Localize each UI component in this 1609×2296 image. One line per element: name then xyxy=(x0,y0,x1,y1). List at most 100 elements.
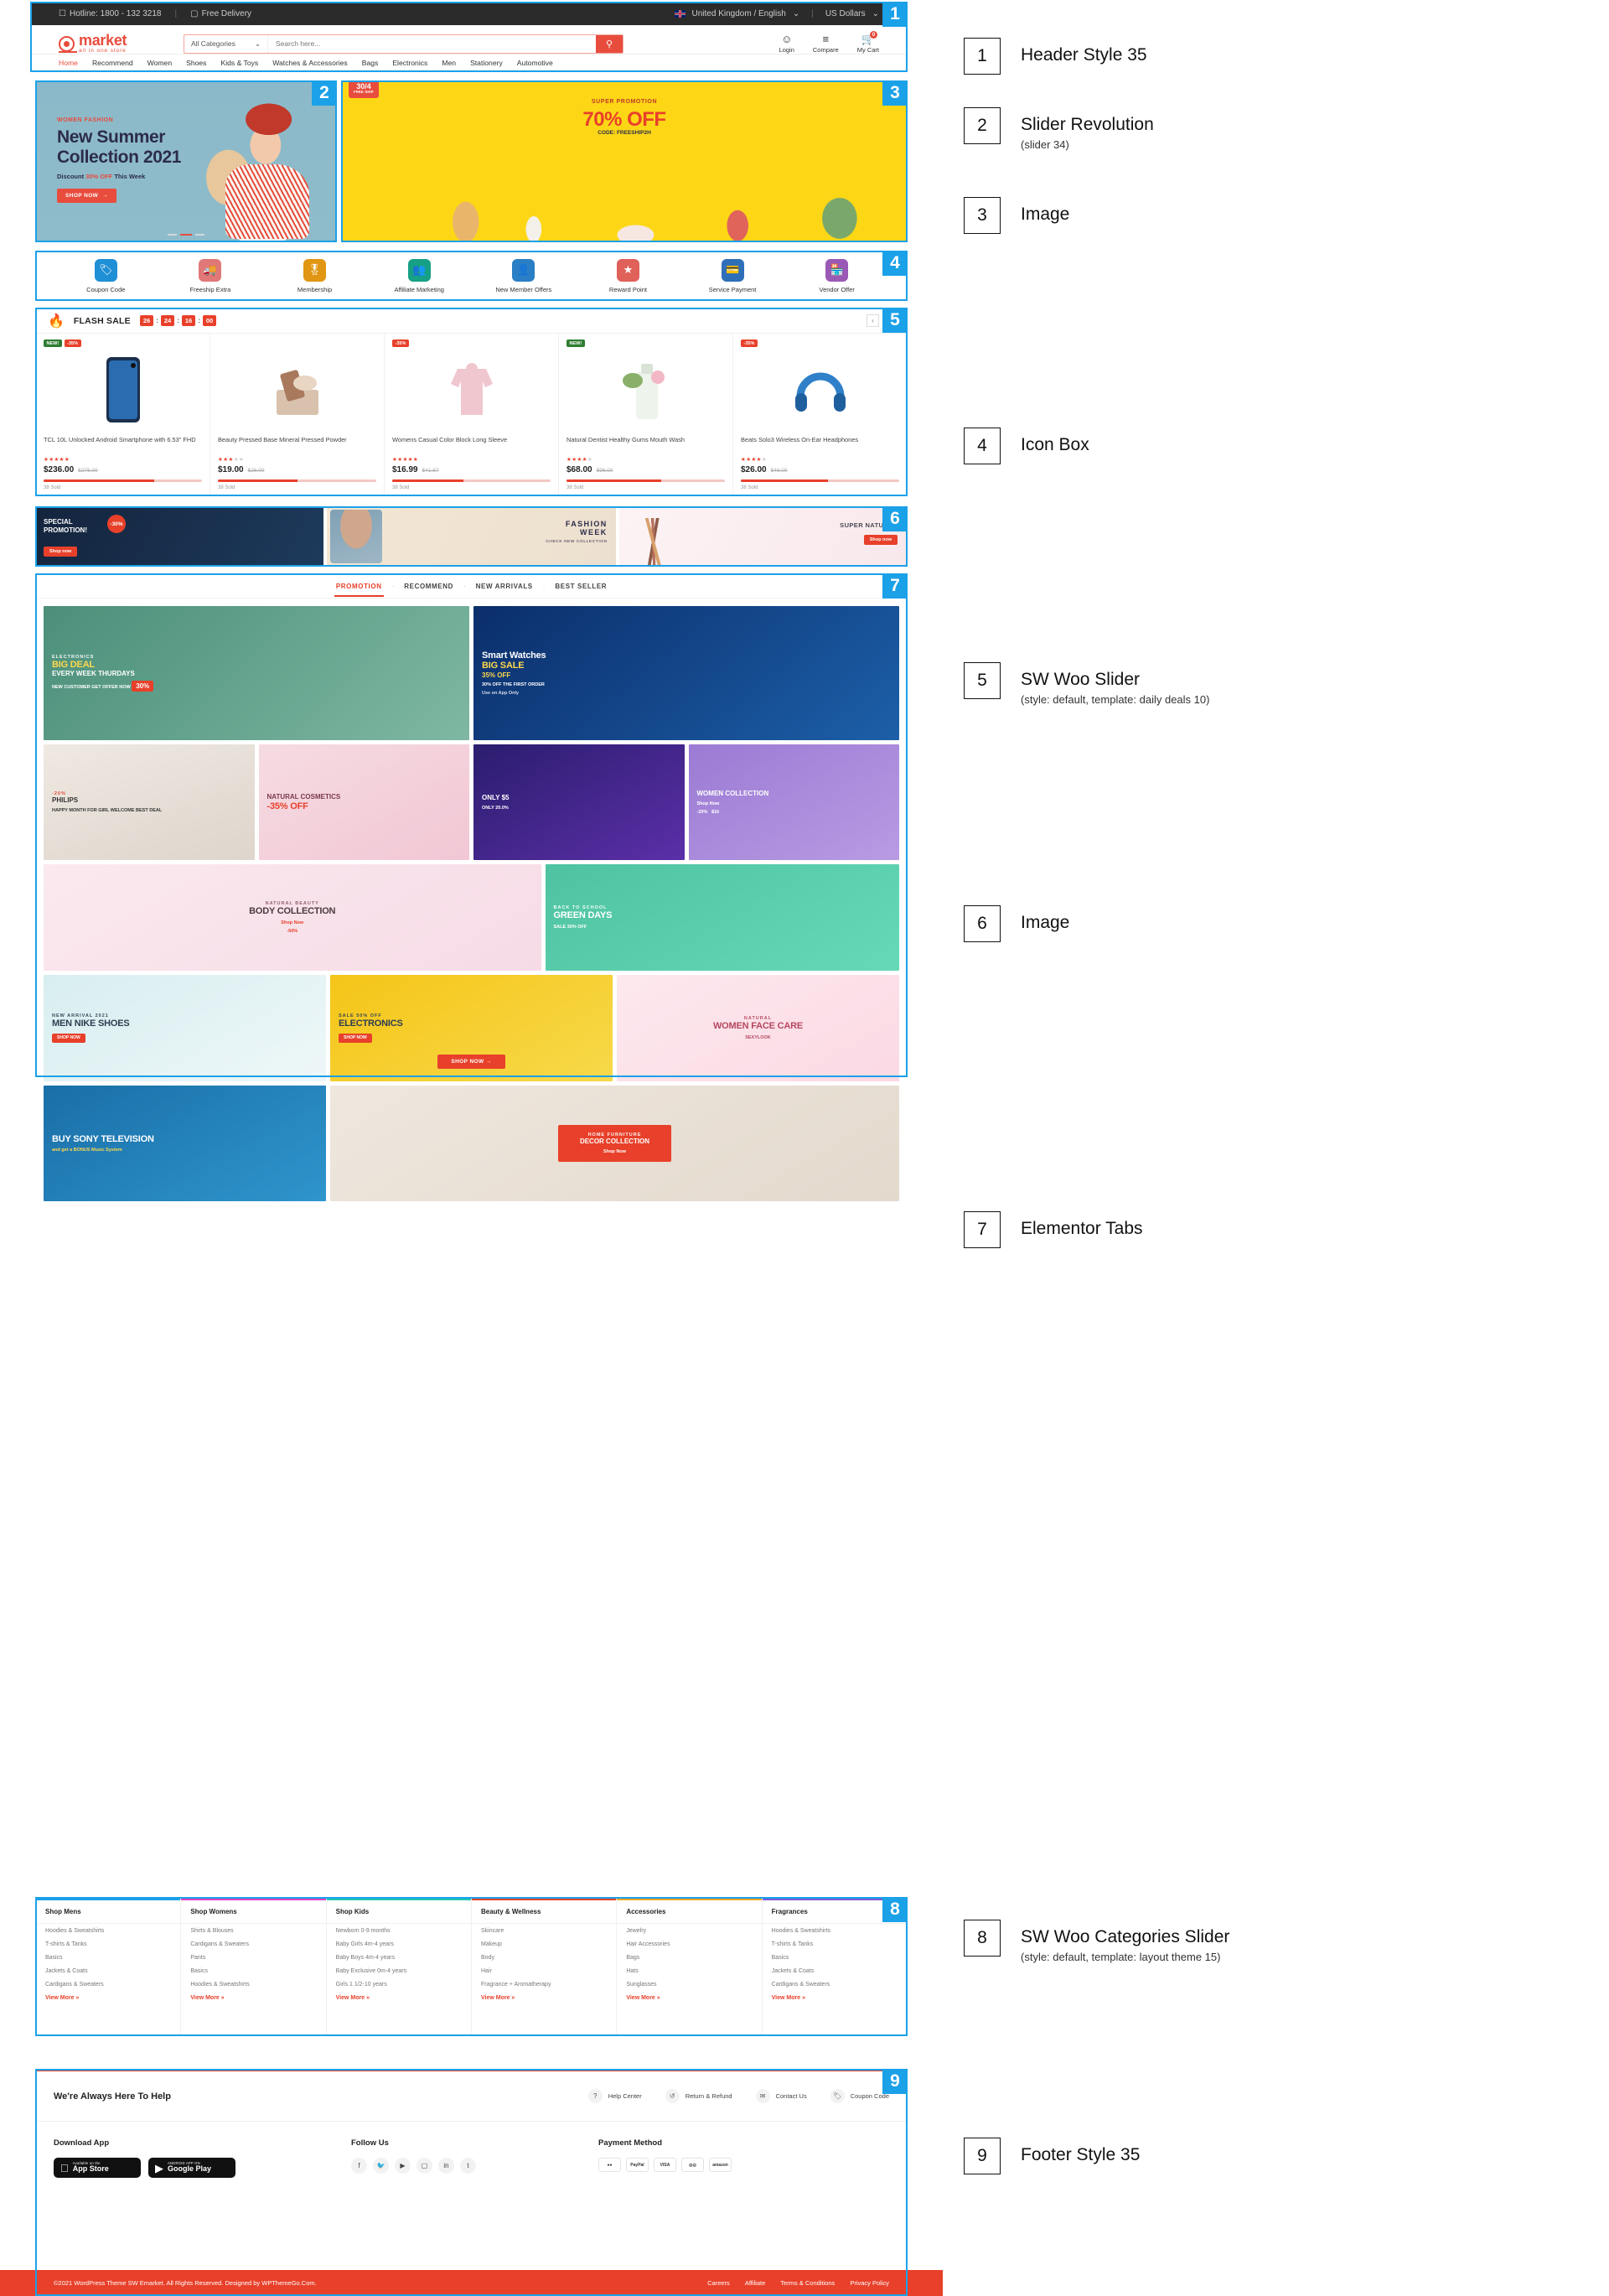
currency-selector[interactable]: US Dollars xyxy=(825,9,866,18)
banner-shop-now-button[interactable]: Shop now xyxy=(44,547,78,557)
facebook-icon[interactable]: f xyxy=(351,2158,367,2174)
nav-item-women[interactable]: Women xyxy=(147,55,172,70)
icon-box-vendor-offer[interactable]: 🏪 Vendor Offer xyxy=(792,258,882,293)
grid-banner-decor-collection[interactable]: HOME FURNITURE DECOR COLLECTION Shop Now xyxy=(330,1086,899,1201)
youtube-icon[interactable]: ▶ xyxy=(395,2158,411,2174)
category-item[interactable]: T-shirts & Tanks xyxy=(763,1937,907,1951)
view-more-link[interactable]: View More » xyxy=(327,1991,471,2005)
hero-dot-1[interactable] xyxy=(168,234,177,236)
nav-item-automotive[interactable]: Automotive xyxy=(517,55,553,70)
icon-box-service-payment[interactable]: 💳 Service Payment xyxy=(687,258,778,293)
banner-special-promotion[interactable]: SPECIAL PROMOTION! -30% Shop now xyxy=(35,506,324,567)
category-item[interactable]: Baby Girls 4m-4 years xyxy=(327,1937,471,1951)
category-item[interactable]: Baby Boys 4m-4 years xyxy=(327,1951,471,1964)
category-select[interactable]: All Categories ⌄ xyxy=(184,34,268,53)
shop-now-pill-2[interactable]: SHOP NOW xyxy=(339,1033,372,1043)
view-more-link[interactable]: View More » xyxy=(472,1991,616,2005)
category-item[interactable]: Skincare xyxy=(472,1924,616,1937)
hero-pagination-dots[interactable] xyxy=(168,234,204,236)
tab-recommend[interactable]: RECOMMEND xyxy=(402,576,455,597)
tab-new-arrivals[interactable]: NEW ARRIVALS xyxy=(474,576,535,597)
banner-fashion-week[interactable]: FASHION WEEK CHECK NEW COLLECTION xyxy=(327,506,616,567)
nav-item-bags[interactable]: Bags xyxy=(362,55,379,70)
category-item[interactable]: Cardigans & Sweaters xyxy=(181,1937,325,1951)
grid-banner-green-days[interactable]: BACK TO SCHOOL GREEN DAYS SALE 30% OFF xyxy=(545,864,899,971)
amazon-icon[interactable]: amazon xyxy=(709,2158,732,2172)
footer-link-return-refund[interactable]: ↺ Return & Refund xyxy=(665,2089,732,2103)
category-item[interactable]: Jewelry xyxy=(617,1924,761,1937)
category-item[interactable]: Bags xyxy=(617,1951,761,1964)
icon-box-coupon-code[interactable]: 🏷 Coupon Code xyxy=(60,258,151,293)
category-item[interactable]: Body xyxy=(472,1951,616,1964)
nav-item-kids-toys[interactable]: Kids & Toys xyxy=(220,55,258,70)
grid-banner-sony-television[interactable]: BUY SONY TELEVISION and get a BONUS Musi… xyxy=(44,1086,326,1201)
category-item[interactable]: Fragrance + Aromatherapy xyxy=(472,1977,616,1991)
google-play-button[interactable]: ▶ ANDROID APP ON Google Play xyxy=(148,2158,235,2178)
view-more-link[interactable]: View More » xyxy=(181,1991,325,2005)
slider-prev-button[interactable]: ‹ xyxy=(867,314,879,327)
login-button[interactable]: ☺ Login xyxy=(779,34,794,54)
icon-box-affiliate-marketing[interactable]: 👥 Affiliate Marketing xyxy=(374,258,464,293)
tabs-shop-now-button[interactable]: SHOP NOW → xyxy=(437,1055,505,1069)
category-item[interactable]: Hair xyxy=(472,1964,616,1977)
grid-banner-philips[interactable]: -20% PHILIPS HAPPY MONTH FOR GIRL WELCOM… xyxy=(44,744,255,860)
category-item[interactable]: Hoodies & Sweatshirts xyxy=(763,1924,907,1937)
banner-shop-now-button-3[interactable]: Shop now xyxy=(863,535,898,545)
view-more-link[interactable]: View More » xyxy=(617,1991,761,2005)
icon-box-freeship-extra[interactable]: 🚚 Freeship Extra xyxy=(165,258,256,293)
search-input[interactable] xyxy=(268,34,596,53)
hero-dot-3[interactable] xyxy=(195,234,204,236)
compare-button[interactable]: ≡ Compare xyxy=(813,34,839,54)
tab-best-seller[interactable]: BEST SELLER xyxy=(553,576,608,597)
shop-now-pill[interactable]: SHOP NOW xyxy=(52,1033,85,1043)
product-card[interactable]: NEW! -35% TCL 10L Unlocked Android Smart… xyxy=(36,334,210,496)
product-card[interactable]: Beauty Pressed Base Mineral Pressed Powd… xyxy=(210,334,385,496)
category-item[interactable]: Basics xyxy=(181,1964,325,1977)
grid-banner-women-collection[interactable]: WOMEN COLLECTION Shop Now -20% $16 xyxy=(688,744,899,860)
tumblr-icon[interactable]: t xyxy=(460,2158,476,2174)
promo-image-banner[interactable]: 30/4 FREE SHIP SUPER PROMOTION 70% OFF C… xyxy=(341,80,908,242)
footer-link-help-center[interactable]: ? Help Center xyxy=(587,2089,642,2103)
twitter-icon[interactable]: 🐦 xyxy=(373,2158,389,2174)
product-card[interactable]: NEW! Natural Dentist Healthy Gums Mouth … xyxy=(559,334,733,496)
icon-box-new-member-offers[interactable]: 👤 New Member Offers xyxy=(479,258,569,293)
banner-super-natural[interactable]: SUPER NATURAL Shop now xyxy=(618,506,908,567)
category-item[interactable]: Sunglasses xyxy=(617,1977,761,1991)
nav-item-shoes[interactable]: Shoes xyxy=(186,55,206,70)
product-card[interactable]: -35% Beats Solo3 Wireless On-Ear Headpho… xyxy=(733,334,907,496)
icon-box-membership[interactable]: 🎖 Membership xyxy=(270,258,360,293)
instagram-icon[interactable]: ▢ xyxy=(416,2158,432,2174)
search-icon[interactable]: ⚲ xyxy=(596,34,623,53)
nav-item-men[interactable]: Men xyxy=(442,55,456,70)
category-item[interactable]: Cardigans & Sweaters xyxy=(36,1977,180,1991)
nav-item-electronics[interactable]: Electronics xyxy=(392,55,427,70)
footer-link-coupon-code[interactable]: 🏷 Coupon Code xyxy=(830,2089,889,2103)
visa-icon[interactable]: VISA xyxy=(654,2158,676,2172)
nav-item-watches-accessories[interactable]: Watches & Accessories xyxy=(272,55,347,70)
footer-link-terms[interactable]: Terms & Conditions xyxy=(780,2279,835,2287)
grid-banner-big-deal[interactable]: ELECTRONICS BIG DEAL EVERY WEEK THURDAYS… xyxy=(44,606,469,740)
category-item[interactable]: T-shirts & Tanks xyxy=(36,1937,180,1951)
category-item[interactable]: Girls 1 1/2-10 years xyxy=(327,1977,471,1991)
footer-link-affiliate[interactable]: Affiliate xyxy=(745,2279,765,2287)
category-item[interactable]: Basics xyxy=(36,1951,180,1964)
grid-banner-body-collection[interactable]: NATURAL BEAUTY BODY COLLECTION Shop Now … xyxy=(44,864,541,971)
chevron-down-icon[interactable]: ⌄ xyxy=(793,9,799,18)
category-item[interactable]: Basics xyxy=(763,1951,907,1964)
product-card[interactable]: -35% Womens Casual Color Block Long Slee… xyxy=(385,334,559,496)
category-item[interactable]: Shirts & Blouses xyxy=(181,1924,325,1937)
category-item[interactable]: Jackets & Coats xyxy=(36,1964,180,1977)
category-item[interactable]: Cardigans & Sweaters xyxy=(763,1977,907,1991)
language-selector[interactable]: United Kingdom / English xyxy=(692,9,786,18)
category-item[interactable]: Makeup xyxy=(472,1937,616,1951)
tab-promotion[interactable]: PROMOTION xyxy=(334,576,384,597)
category-item[interactable]: Hoodies & Sweatshirts xyxy=(36,1924,180,1937)
category-item[interactable]: Hoodies & Sweatshirts xyxy=(181,1977,325,1991)
category-item[interactable]: Hats xyxy=(617,1964,761,1977)
footer-link-careers[interactable]: Careers xyxy=(707,2279,730,2287)
app-store-button[interactable]:  Available on the App Store xyxy=(54,2158,141,2178)
hero-slider[interactable]: WOMEN FASHION New Summer Collection 2021… xyxy=(35,80,337,242)
hero-shop-now-button[interactable]: SHOP NOW → xyxy=(57,189,117,204)
grid-banner-natural-cosmetics[interactable]: NATURAL COSMETICS -35% OFF xyxy=(258,744,469,860)
paypal-icon[interactable]: PayPal xyxy=(626,2158,649,2172)
